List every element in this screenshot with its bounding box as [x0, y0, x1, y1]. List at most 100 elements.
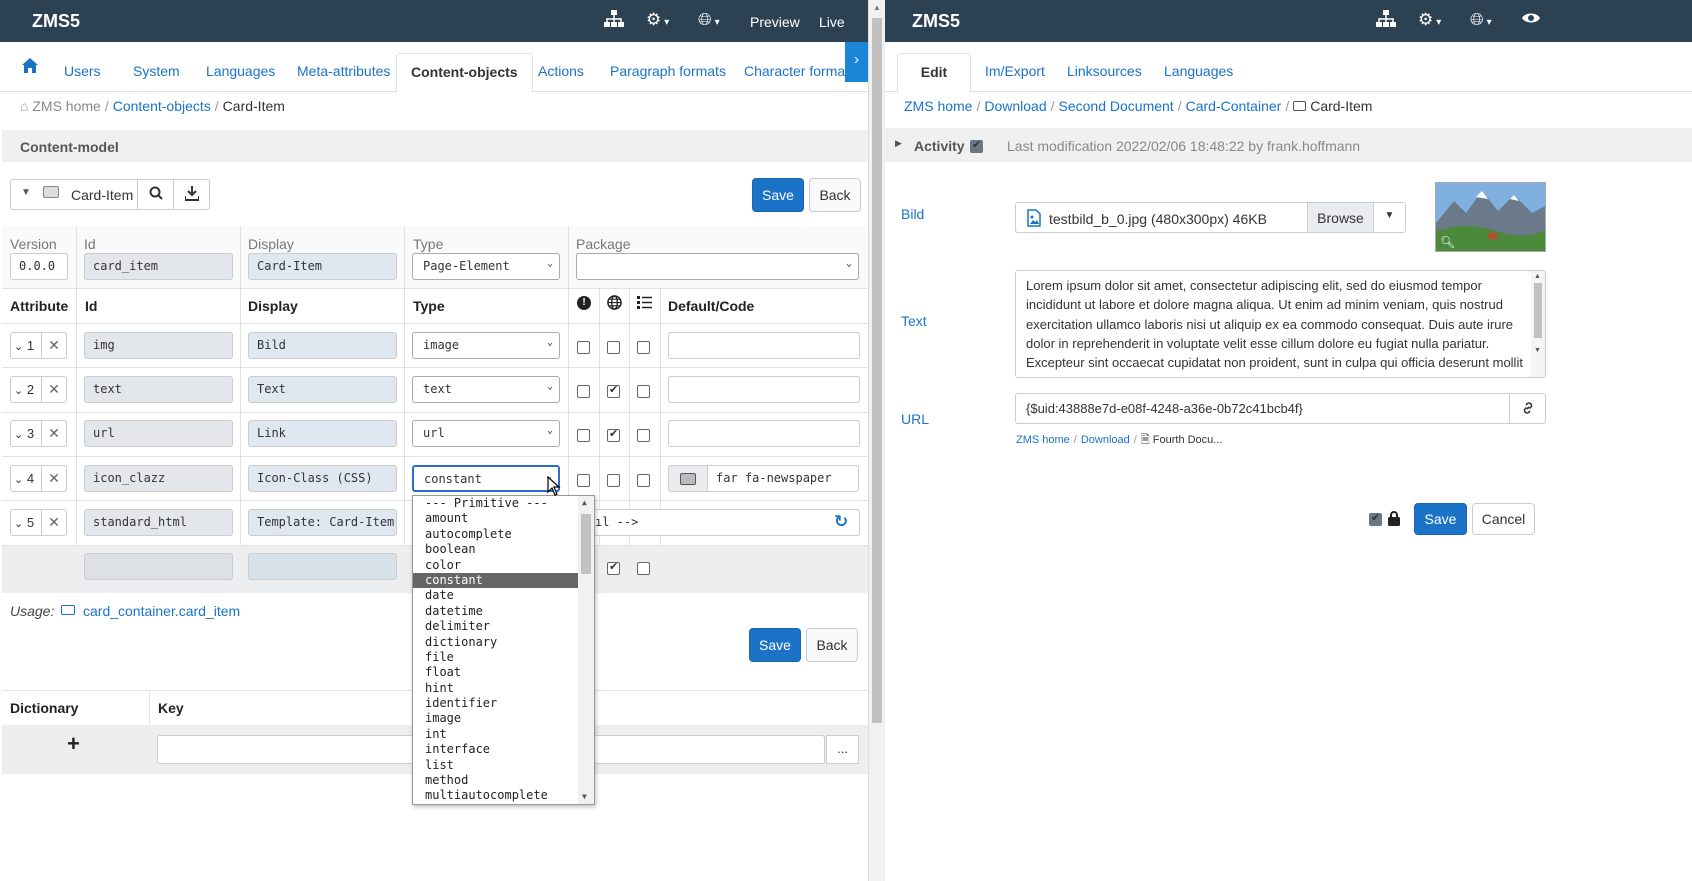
delete-row-icon[interactable]: ✕ [42, 465, 67, 492]
tab-system[interactable]: System [133, 63, 180, 79]
object-selector[interactable]: ▼ Card-Item [10, 179, 138, 210]
dropdown-option[interactable]: list [413, 758, 579, 773]
package-select[interactable]: ⌄ [576, 253, 859, 280]
add-dictionary-button[interactable]: + [67, 731, 80, 757]
attr-display-input[interactable]: Text [248, 376, 397, 403]
attr-id-input[interactable]: img [84, 332, 233, 359]
dropdown-option[interactable]: int [413, 727, 579, 742]
type-dropdown-list[interactable]: --- Primitive --- amount autocomplete boole… [412, 495, 595, 805]
globe-dropdown-icon[interactable]: 🌐︎ ▾ [1470, 10, 1492, 30]
dropdown-option[interactable]: autocomplete [413, 527, 579, 542]
display-input[interactable]: Card-Item [248, 253, 397, 280]
new-repetitive-checkbox[interactable] [637, 562, 650, 575]
new-attr-display-input[interactable] [248, 553, 397, 580]
dropdown-option[interactable]: amount [413, 511, 579, 526]
dropdown-option[interactable]: float [413, 665, 579, 680]
dropdown-option[interactable]: boolean [413, 542, 579, 557]
attr-type-select[interactable]: text ⌄ [412, 376, 560, 403]
bild-file-field[interactable]: testbild_b_0.jpg (480x300px) 46KB [1015, 202, 1308, 233]
preview-link[interactable]: Preview [750, 14, 800, 30]
text-textarea[interactable]: Lorem ipsum dolor sit amet, consectetur … [1015, 270, 1546, 378]
search-button[interactable] [137, 179, 174, 210]
attr-id-input[interactable]: standard_html [84, 509, 233, 536]
tabs-scroll-right-button[interactable]: › [845, 42, 868, 82]
activity-checkbox[interactable] [970, 138, 983, 153]
browse-button[interactable]: Browse [1307, 202, 1374, 233]
dropdown-option[interactable]: method [413, 773, 579, 788]
mandatory-checkbox[interactable] [577, 429, 590, 442]
dropdown-option[interactable]: delimiter [413, 619, 579, 634]
attr-type-select-open[interactable]: constant ⌄ [412, 465, 560, 492]
repetitive-checkbox[interactable] [637, 341, 650, 354]
back-button-bottom[interactable]: Back [806, 628, 858, 662]
attr-display-input[interactable]: Link [248, 420, 397, 447]
sitemap-icon[interactable] [1376, 10, 1396, 33]
textarea-scrollbar[interactable]: ▲ ▼ [1531, 271, 1545, 377]
dropdown-option[interactable]: image [413, 711, 579, 726]
tab-meta-attributes[interactable]: Meta-attributes [297, 63, 390, 79]
attr-id-input[interactable]: icon_clazz [84, 465, 233, 492]
lock-icon[interactable] [1388, 511, 1400, 526]
download-button[interactable] [173, 179, 210, 210]
mandatory-checkbox[interactable] [577, 385, 590, 398]
url-input[interactable]: {$uid:43888e7d-e08f-4248-a36e-0b72c41bcb… [1015, 393, 1510, 424]
url-path-download[interactable]: Download [1081, 434, 1130, 446]
globe-dropdown-icon[interactable]: 🌐︎ ▾ [698, 10, 720, 30]
save-button-bottom[interactable]: Save [749, 628, 801, 662]
default-textarea[interactable] [668, 420, 860, 447]
delete-row-icon[interactable]: ✕ [42, 420, 67, 447]
multilang-checkbox[interactable] [607, 474, 620, 487]
save-button-right[interactable]: Save [1414, 503, 1467, 535]
default-textarea[interactable] [668, 376, 860, 403]
tab-languages[interactable]: Languages [206, 63, 275, 79]
attr-id-input[interactable]: url [84, 420, 233, 447]
attr-type-select[interactable]: image ⌄ [412, 332, 560, 359]
dropdown-option[interactable]: datetime [413, 604, 579, 619]
default-textarea[interactable] [668, 332, 860, 359]
dropdown-option[interactable]: identifier [413, 696, 579, 711]
multilang-checkbox[interactable] [607, 427, 620, 442]
attr-display-input[interactable]: Template: Card-Item [248, 509, 397, 536]
breadcrumb-home[interactable]: ZMS home [904, 98, 972, 114]
repetitive-checkbox[interactable] [637, 429, 650, 442]
home-icon[interactable] [22, 58, 38, 76]
delete-row-icon[interactable]: ✕ [42, 509, 67, 536]
bild-thumbnail[interactable]: 🔍︎ [1435, 182, 1546, 252]
tab-edit[interactable]: Edit [897, 53, 971, 93]
tab-content-objects[interactable]: Content-objects [396, 53, 533, 93]
tab-users[interactable]: Users [64, 63, 101, 79]
multilang-checkbox[interactable] [607, 341, 620, 354]
brand-logo[interactable]: ZMS5 [912, 11, 960, 32]
row-number-select[interactable]: ⌄ 5 [10, 509, 42, 536]
caret-right-icon[interactable]: ▶ [895, 138, 902, 149]
tab-languages[interactable]: Languages [1164, 63, 1233, 79]
refresh-icon[interactable]: ↻ [834, 512, 848, 532]
sitemap-icon[interactable] [604, 10, 624, 33]
dropdown-option[interactable]: color [413, 558, 579, 573]
tab-im-export[interactable]: Im/Export [985, 63, 1045, 79]
dropdown-option[interactable]: hint [413, 681, 579, 696]
breadcrumb-content-objects[interactable]: Content-objects [113, 98, 211, 114]
version-input[interactable]: 0.0.0 [10, 253, 68, 280]
attr-display-input[interactable]: Icon-Class (CSS) [248, 465, 397, 492]
active-checkbox[interactable] [1369, 511, 1382, 526]
new-multilang-checkbox[interactable] [607, 560, 620, 575]
row-number-select[interactable]: ⌄ 2 [10, 376, 42, 403]
row-number-select[interactable]: ⌄ 4 [10, 465, 42, 492]
dropdown-option[interactable]: file [413, 650, 579, 665]
dropdown-option[interactable]: multiautocomplete [413, 788, 579, 803]
tab-paragraph-formats[interactable]: Paragraph formats [610, 63, 726, 79]
eye-icon[interactable] [1521, 10, 1541, 30]
multilang-checkbox[interactable] [607, 383, 620, 398]
repetitive-checkbox[interactable] [637, 474, 650, 487]
delete-row-icon[interactable]: ✕ [42, 332, 67, 359]
new-attr-id-input[interactable] [84, 553, 233, 580]
mandatory-checkbox[interactable] [577, 341, 590, 354]
gear-dropdown-icon[interactable]: ⚙ ▾ [646, 10, 669, 30]
live-link[interactable]: Live [819, 14, 845, 30]
gear-dropdown-icon[interactable]: ⚙ ▾ [1418, 10, 1441, 30]
back-button-top[interactable]: Back [809, 178, 861, 212]
dropdown-scrollbar[interactable]: ▲ ▼ [578, 496, 594, 804]
breadcrumb-second-document[interactable]: Second Document [1059, 98, 1174, 114]
delete-row-icon[interactable]: ✕ [42, 376, 67, 403]
